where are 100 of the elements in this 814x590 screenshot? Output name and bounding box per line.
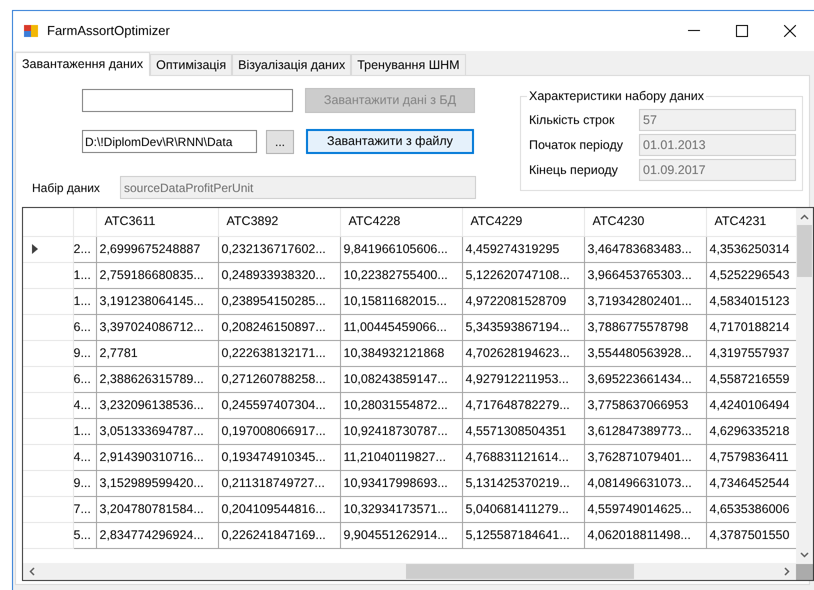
stat-field: 01.09.2017	[639, 159, 796, 181]
table-cell: 0,211318749727...	[222, 476, 325, 490]
table-cell: 5...	[74, 528, 91, 542]
table-cell: 0,245597407304...	[222, 398, 326, 412]
app-icon	[23, 23, 39, 39]
table-cell: 3,695223661434...	[588, 372, 692, 386]
table-cell: 11,00445459066...	[344, 320, 447, 334]
table-cell: 4,5571308504351	[466, 424, 566, 438]
table-cell: 5,131425370219...	[466, 476, 570, 490]
table-cell: 4,559749014625...	[588, 502, 692, 516]
tab[interactable]: Візуалізація даних	[232, 54, 352, 75]
column-header[interactable]: ATC4231	[714, 214, 766, 228]
scrollbar-thumb[interactable]	[797, 225, 812, 277]
tab[interactable]: Тренування ШНМ	[351, 54, 466, 75]
input-field[interactable]	[82, 89, 293, 112]
current-row-icon	[32, 244, 38, 254]
window-title: FarmAssortOptimizer	[47, 22, 170, 40]
vertical-scrollbar[interactable]	[796, 208, 813, 564]
table-cell: 3,762871079401...	[588, 450, 692, 464]
column-header[interactable]: ATC3892	[226, 214, 278, 228]
table-cell: 3,7886775578798	[588, 320, 688, 334]
table-cell: 6...	[74, 320, 91, 334]
table-cell: 4...	[74, 450, 91, 464]
horizontal-scrollbar[interactable]	[23, 563, 796, 580]
table-cell: 4,3536250314	[710, 242, 790, 256]
table-cell: 4,3197557937	[710, 346, 790, 360]
path-field[interactable]: D:\!DiplomDev\R\RNN\Data	[82, 130, 257, 153]
table-cell: 4,062018811498...	[588, 528, 691, 542]
table-cell: 2,388626315789...	[100, 372, 204, 386]
minimize-icon	[688, 30, 700, 32]
table-cell: 10,08243859147...	[344, 372, 448, 386]
table-cell: 4...	[74, 398, 91, 412]
table-cell: 0,197008066917...	[222, 424, 326, 438]
table-cell: 10,92418730787...	[344, 424, 448, 438]
table-cell: 2,6999675248887	[100, 242, 200, 256]
scrollbar-thumb[interactable]	[406, 564, 634, 579]
table-cell: 0,222638132171...	[222, 346, 326, 360]
table-cell: 4,768831121614...	[466, 450, 569, 464]
table-cell: 4,6535386006	[710, 502, 790, 516]
table-cell: 3,464783683483...	[588, 242, 692, 256]
table-cell: 4,7579836411	[710, 450, 789, 464]
table-cell: 10,32934173571...	[344, 502, 448, 516]
table-cell: 5,343593867194...	[466, 320, 570, 334]
table-cell: 1...	[74, 424, 91, 438]
stat-label: Кінець периоду	[529, 162, 619, 179]
table-cell: 4,7346452544	[710, 476, 790, 490]
column-header[interactable]: ATC4228	[348, 214, 400, 228]
table-cell: 4,7170188214	[710, 320, 790, 334]
scroll-left-icon	[29, 567, 35, 576]
browse-button[interactable]: ...	[266, 130, 294, 154]
table-cell: 4,081496631073...	[588, 476, 692, 490]
table-cell: 1...	[74, 268, 91, 282]
table-cell: 9...	[74, 346, 91, 360]
table-cell: 2,834774296924...	[100, 528, 204, 542]
table-cell: 4,702628194623...	[466, 346, 570, 360]
table-cell: 0,208246150897...	[222, 320, 326, 334]
table-cell: 4,4240106494	[710, 398, 790, 412]
table-cell: 10,93417998693...	[344, 476, 448, 490]
table-cell: 0,271260788258...	[222, 372, 326, 386]
table-cell: 4,717648782279...	[466, 398, 570, 412]
stat-label: Кількість строк	[529, 112, 616, 129]
table-cell: 3,7758637066953	[588, 398, 688, 412]
tab[interactable]: Завантаження даних	[15, 52, 150, 76]
table-cell: 2,914390310716...	[100, 450, 204, 464]
table-cell: 3,966453765303...	[588, 268, 692, 282]
dataset-label: Набір даних	[32, 180, 101, 196]
table-cell: 9,904551262914...	[344, 528, 448, 542]
table-cell: 3,152989599420...	[100, 476, 204, 490]
table-cell: 3,612847389773...	[588, 424, 692, 438]
table-cell: 9...	[74, 476, 91, 490]
table-cell: 7...	[74, 502, 91, 516]
table-cell: 0,204109544816...	[222, 502, 326, 516]
table-cell: 9,841966105606...	[344, 242, 448, 256]
table-cell: 2,7781	[100, 346, 138, 360]
table-cell: 3,191238064145...	[100, 294, 204, 308]
group-title: Характеристики набору даних	[527, 89, 706, 103]
table-cell: 10,28031554872...	[344, 398, 448, 412]
table-cell: 4,9722081528709	[466, 294, 566, 308]
table-cell: 3,397024086712...	[100, 320, 204, 334]
table-cell: 3,554480563928...	[588, 346, 692, 360]
table-cell: 0,248933938320...	[222, 268, 326, 282]
scroll-up-icon	[800, 214, 809, 220]
stat-label: Початок періоду	[529, 136, 624, 154]
table-cell: 10,384932121868	[344, 346, 444, 360]
close-icon	[784, 25, 796, 37]
load-file-button[interactable]: Завантажити з файлу	[306, 129, 474, 154]
table-cell: 2,759186680835...	[100, 268, 204, 282]
tab[interactable]: Оптимізація	[150, 54, 232, 75]
stat-field: 01.01.2013	[639, 134, 796, 156]
table-cell: 4,927912211953...	[466, 372, 569, 386]
table-cell: 10,22382755400...	[344, 268, 448, 282]
column-header[interactable]: ATC4230	[592, 214, 644, 228]
table-cell: 10,15811682015...	[344, 294, 447, 308]
column-header[interactable]: ATC4229	[470, 214, 522, 228]
table-cell: 3,232096138536...	[100, 398, 204, 412]
table-cell: 6...	[74, 372, 91, 386]
table-cell: 3,204780781584...	[100, 502, 204, 516]
scroll-down-icon	[800, 552, 809, 558]
table-cell: 4,3787501550	[710, 528, 790, 542]
column-header[interactable]: ATC3611	[104, 214, 156, 228]
